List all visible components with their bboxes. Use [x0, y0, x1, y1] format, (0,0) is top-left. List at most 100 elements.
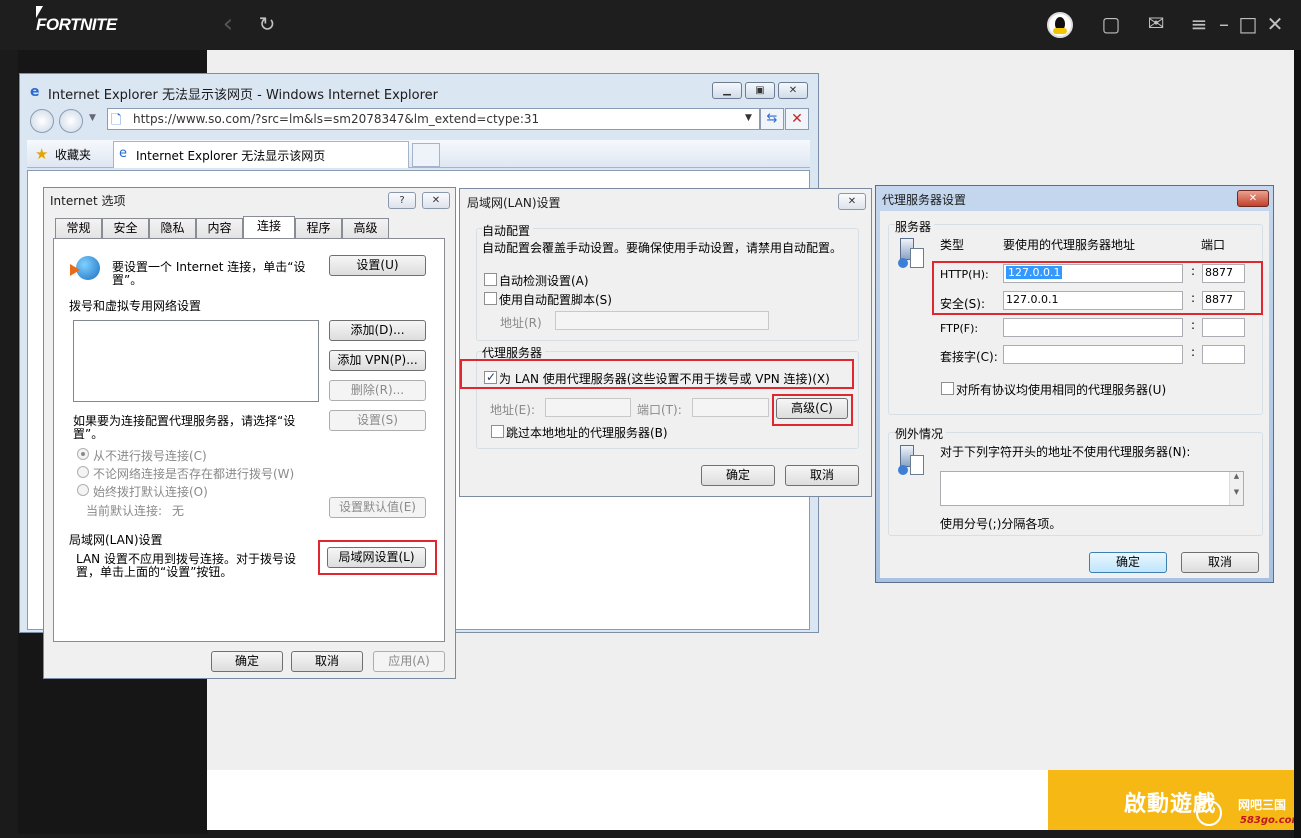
maximize-icon[interactable]: □ — [1238, 14, 1258, 34]
add-vpn-button[interactable]: 添加 VPN(P)... — [329, 350, 426, 371]
proxy-hint-line1: 如果要为连接配置代理服务器，请选择“设 — [73, 414, 296, 428]
lan-section-title: 局域网(LAN)设置 — [69, 533, 163, 547]
ie-minimize-button[interactable]: ▁ — [712, 82, 742, 99]
proxy-port-input[interactable] — [692, 398, 769, 417]
ie-back-button[interactable] — [30, 109, 54, 133]
watermark-site-name: 网吧三国 — [1238, 798, 1287, 812]
tab-security[interactable]: 安全 — [102, 218, 149, 238]
ie-tab-label[interactable]: Internet Explorer 无法显示该网页 — [136, 147, 325, 164]
menu-icon[interactable]: ≡ — [1189, 14, 1209, 34]
lan-settings-button[interactable]: 局域网设置(L) — [327, 547, 426, 568]
refresh-icon[interactable]: ↻ — [257, 14, 277, 34]
add-connection-button[interactable]: 添加(D)... — [329, 320, 426, 341]
dialup-section-title: 拨号和虚拟专用网络设置 — [69, 299, 202, 313]
tab-content[interactable]: 内容 — [196, 218, 243, 238]
internet-options-cancel-button[interactable]: 取消 — [291, 651, 363, 672]
ie-close-button[interactable]: ✕ — [778, 82, 808, 99]
proxy-address-label: 地址(E): — [490, 403, 535, 417]
exceptions-textarea[interactable] — [940, 471, 1244, 506]
http-port-value: 8877 — [1205, 266, 1233, 279]
ie-stop-button[interactable]: ✕ — [785, 108, 809, 130]
launcher-bottom-strip — [207, 770, 1048, 830]
same-proxy-checkbox[interactable] — [941, 382, 954, 395]
favorites-label[interactable]: 收藏夹 — [55, 146, 91, 163]
ie-window-title: Internet Explorer 无法显示该网页 - Windows Inte… — [48, 88, 439, 103]
close-icon[interactable]: ✕ — [1265, 14, 1285, 34]
ie-refresh-button[interactable]: ⇆ — [760, 108, 784, 130]
internet-options-close-button[interactable]: ✕ — [422, 192, 450, 209]
connection-settings-button[interactable]: 设置(S) — [329, 410, 426, 431]
http-type-label: HTTP(H): — [940, 268, 989, 281]
proxy-settings-ok-button[interactable]: 确定 — [1089, 552, 1167, 573]
watermark-site-url: 583go.com — [1240, 815, 1301, 826]
advanced-button[interactable]: 高级(C) — [776, 398, 848, 419]
lan-settings-close-button[interactable]: ✕ — [838, 193, 866, 210]
use-proxy-checkbox[interactable] — [484, 370, 497, 384]
lan-settings-cancel-button[interactable]: 取消 — [785, 465, 859, 486]
ie-forward-button[interactable] — [59, 109, 83, 133]
exceptions-computer-icon — [898, 445, 928, 477]
current-default-value: 无 — [172, 504, 185, 518]
dialup-section-divider — [216, 304, 424, 305]
chat-icon[interactable]: ▢ — [1100, 14, 1122, 34]
ftp-colon: : — [1191, 318, 1196, 332]
mail-icon[interactable]: ✉ — [1144, 13, 1168, 33]
ie-logo-icon: e — [30, 84, 40, 100]
secure-type-label: 安全(S): — [940, 297, 986, 311]
tab-connections[interactable]: 连接 — [243, 216, 295, 239]
avatar[interactable] — [1047, 12, 1073, 38]
use-proxy-label: 为 LAN 使用代理服务器(这些设置不用于拨号或 VPN 连接)(X) — [499, 372, 830, 386]
proxy-hint-line2: 置”。 — [73, 427, 104, 441]
dialup-connections-list[interactable] — [73, 320, 319, 402]
radio-never-dial[interactable] — [77, 448, 89, 460]
exceptions-scrollbar[interactable]: ▲ ▼ — [1229, 472, 1243, 505]
ie-new-tab-button[interactable] — [412, 143, 440, 167]
ie-history-dropdown-icon[interactable]: ▼ — [89, 113, 96, 123]
lan-settings-ok-button[interactable]: 确定 — [701, 465, 775, 486]
tab-general[interactable]: 常规 — [55, 218, 102, 238]
current-default-label: 当前默认连接: — [86, 504, 163, 518]
socks-address-input[interactable] — [1003, 345, 1183, 364]
secure-colon: : — [1191, 291, 1196, 305]
favorites-star-icon[interactable]: ★ — [35, 145, 48, 163]
internet-options-ok-button[interactable]: 确定 — [211, 651, 283, 672]
tab-programs[interactable]: 程序 — [295, 218, 342, 238]
help-button[interactable]: ? — [388, 192, 416, 209]
script-address-input[interactable] — [555, 311, 769, 330]
setup-button[interactable]: 设置(U) — [329, 255, 426, 276]
servers-section-title: 服务器 — [895, 218, 935, 235]
proxy-address-input[interactable] — [545, 398, 631, 417]
lan-settings-title: 局域网(LAN)设置 — [467, 196, 561, 210]
socks-colon: : — [1191, 345, 1196, 359]
setup-description-line2: 置”。 — [112, 273, 143, 287]
globe-icon — [70, 256, 102, 282]
address-dropdown-icon[interactable]: ▼ — [745, 113, 752, 123]
fortnite-logo: FORTNITE — [36, 15, 117, 34]
ftp-address-input[interactable] — [1003, 318, 1183, 337]
same-proxy-label: 对所有协议均使用相同的代理服务器(U) — [956, 383, 1167, 397]
minimize-icon[interactable]: – — [1214, 14, 1234, 34]
proxy-settings-cancel-button[interactable]: 取消 — [1181, 552, 1259, 573]
bypass-local-checkbox[interactable] — [491, 425, 504, 438]
back-icon[interactable]: ‹ — [218, 11, 238, 37]
http-colon: : — [1191, 264, 1196, 278]
set-default-button[interactable]: 设置默认值(E) — [329, 497, 426, 518]
tab-privacy[interactable]: 隐私 — [149, 218, 196, 238]
tab-advanced[interactable]: 高级 — [342, 218, 389, 238]
internet-options-title: Internet 选项 — [50, 194, 126, 208]
delete-connection-button[interactable]: 删除(R)... — [329, 380, 426, 401]
auto-detect-checkbox[interactable] — [484, 273, 497, 286]
mouse-cursor-icon — [36, 6, 43, 18]
internet-options-apply-button[interactable]: 应用(A) — [373, 651, 445, 672]
proxy-settings-close-button[interactable]: ✕ — [1237, 190, 1269, 207]
radio-always-dial[interactable] — [77, 484, 89, 496]
ie-maximize-button[interactable]: ▣ — [745, 82, 775, 99]
lan-section-divider — [170, 538, 424, 539]
ftp-port-input[interactable] — [1202, 318, 1245, 337]
script-address-label: 地址(R) — [500, 316, 542, 330]
socks-port-input[interactable] — [1202, 345, 1245, 364]
radio-dial-when-no-network[interactable] — [77, 466, 89, 478]
use-script-checkbox[interactable] — [484, 292, 497, 305]
proxy-settings-title: 代理服务器设置 — [882, 193, 967, 207]
ie-address-text[interactable]: https://www.so.com/?src=lm&ls=sm2078347&… — [133, 112, 539, 126]
